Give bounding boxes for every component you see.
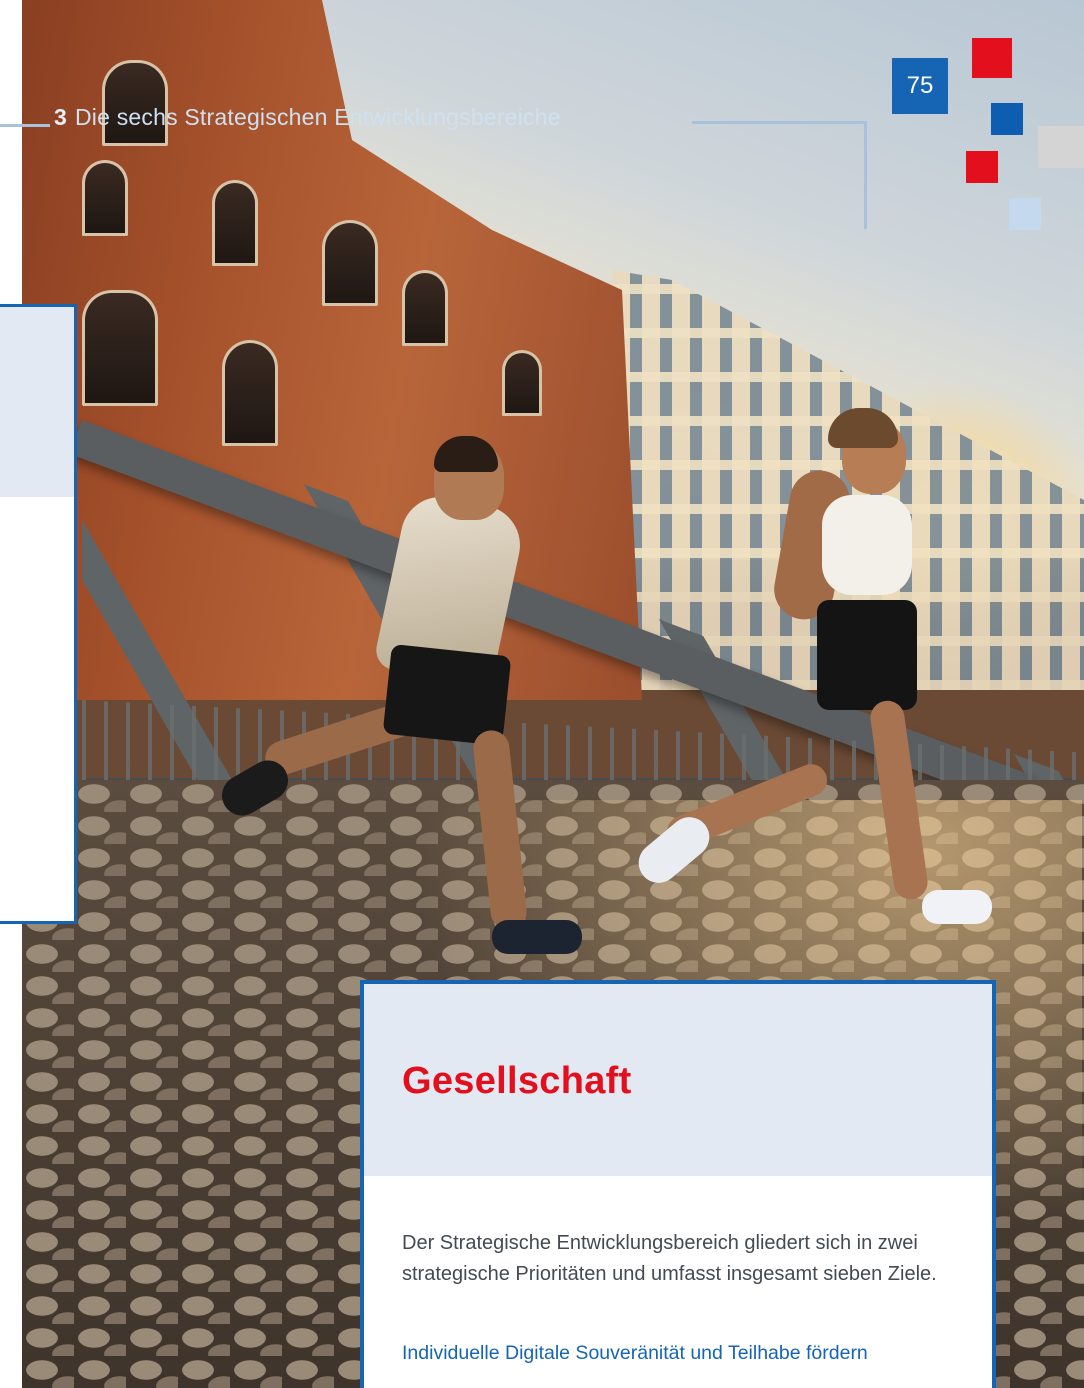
- window: [222, 340, 278, 446]
- runner-shoe: [492, 920, 582, 954]
- runner-shoe: [922, 890, 992, 924]
- red-square: [972, 38, 1012, 78]
- header-rule-left: [0, 124, 50, 127]
- window: [82, 290, 158, 406]
- section-card-header: Gesellschaft: [364, 984, 992, 1176]
- section-title: Gesellschaft: [402, 1060, 632, 1102]
- grey-square: [1038, 126, 1084, 168]
- runner-shorts: [817, 600, 917, 710]
- header-rule-right: [692, 121, 866, 124]
- left-partial-panel: [0, 304, 77, 924]
- chapter-title: Die sechs Strategischen Entwicklungsbere…: [75, 104, 561, 130]
- page-number: 75: [892, 58, 948, 114]
- document-page: 3 Die sechs Strategischen Entwicklungsber…: [0, 0, 1084, 1388]
- window: [502, 350, 542, 416]
- window: [102, 60, 168, 146]
- chapter-heading: 3 Die sechs Strategischen Entwicklungsber…: [54, 104, 561, 131]
- chapter-number: 3: [54, 104, 67, 130]
- header-rule-drop: [864, 121, 867, 229]
- section-description: Der Strategische Entwicklungsbereich gli…: [402, 1232, 937, 1285]
- left-panel-header: [0, 307, 74, 497]
- window: [82, 160, 128, 236]
- priority-link[interactable]: Individuelle Digitale Souveränität und T…: [402, 1338, 982, 1369]
- blue-square: [991, 103, 1023, 135]
- window: [212, 180, 258, 266]
- window: [402, 270, 448, 346]
- light-blue-square: [1009, 198, 1041, 230]
- runner-top: [822, 495, 912, 595]
- red-square: [966, 151, 998, 183]
- section-card: Gesellschaft Der Strategische Entwicklun…: [360, 980, 996, 1388]
- window: [322, 220, 378, 306]
